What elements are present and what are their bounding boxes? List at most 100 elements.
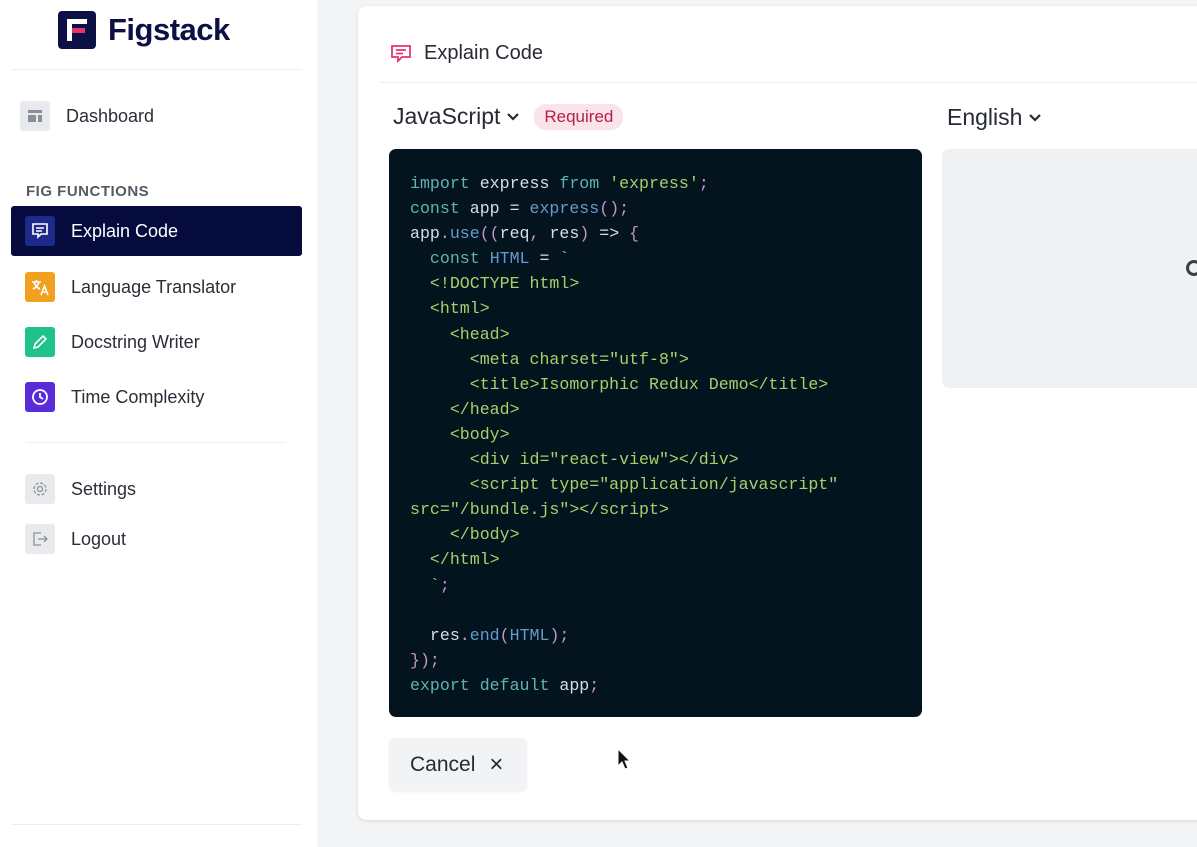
- code-token: end: [469, 625, 500, 645]
- code-token: <div id="react-view"></div>: [410, 450, 739, 470]
- explain-code-card: Explain Code JavaScript Required English…: [358, 6, 1197, 820]
- logo[interactable]: Figstack: [58, 11, 230, 49]
- code-line: <head>: [410, 322, 922, 347]
- code-line: app.use((req, res) => {: [410, 221, 922, 246]
- code-token: ;: [439, 575, 450, 595]
- source-language-value: JavaScript: [393, 103, 501, 129]
- card-header: Explain Code: [390, 42, 543, 65]
- sidebar-item-logout[interactable]: Logout: [11, 514, 302, 564]
- code-line: <div id="react-view"></div>: [410, 447, 922, 472]
- sidebar-item-label: Explain Code: [71, 220, 179, 241]
- code-token: </html>: [410, 550, 500, 570]
- sidebar-item-language-translator[interactable]: Language Translator: [11, 262, 302, 312]
- cancel-label: Cancel: [410, 752, 476, 776]
- code-token: express: [469, 174, 560, 193]
- code-token: <body>: [410, 424, 510, 444]
- code-token: =: [529, 249, 560, 269]
- code-token: </head>: [410, 399, 520, 419]
- figstack-logo-icon: [58, 11, 96, 49]
- code-line: <html>: [410, 296, 922, 321]
- code-token: import: [410, 174, 470, 193]
- code-line: });: [410, 648, 922, 673]
- code-token: HTML: [489, 249, 530, 269]
- code-token: app: [549, 675, 590, 695]
- code-token: src="/bundle.js"></script>: [410, 500, 669, 520]
- divider: [11, 824, 302, 825]
- code-token: ();: [599, 199, 630, 219]
- code-token: ((: [479, 224, 500, 244]
- sidebar-item-label: Settings: [71, 478, 137, 499]
- code-token: <head>: [410, 324, 510, 344]
- sidebar-item-label: Language Translator: [71, 276, 237, 297]
- divider: [380, 82, 1197, 83]
- loading-spinner-icon: [1186, 260, 1197, 276]
- code-token: =>: [589, 224, 630, 244]
- code-token: ;: [698, 174, 709, 193]
- sidebar-item-time-complexity[interactable]: Time Complexity: [11, 372, 302, 422]
- code-token: <!DOCTYPE html>: [410, 274, 580, 294]
- code-line: export default app;: [410, 673, 922, 698]
- chat-icon: [25, 216, 55, 246]
- mouse-cursor-icon: [617, 748, 631, 770]
- code-token: `: [410, 575, 440, 595]
- chevron-down-icon: [507, 112, 520, 121]
- code-line: </body>: [410, 522, 922, 547]
- sidebar-item-dashboard[interactable]: Dashboard: [6, 91, 297, 141]
- code-token: res: [410, 625, 460, 645]
- output-language-select[interactable]: English: [947, 104, 1042, 131]
- code-token: default: [479, 675, 550, 695]
- code-token: express: [529, 199, 600, 219]
- sidebar-item-settings[interactable]: Settings: [11, 464, 302, 514]
- code-token: </body>: [410, 525, 520, 545]
- code-token: <meta charset="utf-8">: [410, 349, 689, 369]
- code-token: {: [629, 224, 640, 244]
- section-title: FIG FUNCTIONS: [26, 183, 150, 200]
- cancel-button[interactable]: Cancel ×: [389, 738, 527, 791]
- divider: [11, 69, 302, 70]
- code-line: const HTML = `: [410, 246, 922, 271]
- translate-icon: [25, 272, 55, 302]
- logout-icon: [25, 524, 55, 554]
- code-line: src="/bundle.js"></script>: [410, 497, 922, 522]
- code-token: req: [499, 224, 530, 244]
- code-line: <script type="application/javascript": [410, 472, 922, 497]
- code-line: <meta charset="utf-8">: [410, 347, 922, 372]
- code-line: <!DOCTYPE html>: [410, 271, 922, 296]
- sidebar: Figstack Dashboard FIG FUNCTIONS Explain…: [0, 0, 317, 847]
- code-token: <script type="application/javascript": [410, 475, 839, 495]
- code-token: });: [410, 650, 440, 670]
- code-token: 'express': [609, 174, 699, 193]
- code-line: </head>: [410, 397, 922, 422]
- code-line: const app = express();: [410, 196, 922, 221]
- code-token: ,: [529, 224, 540, 244]
- code-token: const: [410, 199, 460, 219]
- code-token: `: [559, 249, 570, 269]
- source-language-select[interactable]: JavaScript Required: [393, 103, 624, 130]
- code-token: .: [459, 625, 470, 645]
- output-language-value: English: [947, 104, 1023, 130]
- code-editor[interactable]: import express from 'express'; const app …: [389, 149, 922, 717]
- chat-icon: [391, 44, 411, 63]
- sidebar-item-label: Docstring Writer: [71, 331, 200, 352]
- code-token: from: [559, 174, 600, 193]
- code-token: (: [499, 625, 510, 645]
- code-token: .: [439, 224, 450, 244]
- sidebar-item-docstring-writer[interactable]: Docstring Writer: [11, 317, 302, 367]
- sidebar-item-explain-code[interactable]: Explain Code: [11, 206, 302, 256]
- code-line: res.end(HTML);: [410, 623, 922, 648]
- code-token: );: [549, 625, 570, 645]
- code-token: use: [449, 224, 480, 244]
- code-token: res: [539, 224, 580, 244]
- code-token: app =: [459, 199, 530, 219]
- code-line: <body>: [410, 422, 922, 447]
- code-line: </html>: [410, 547, 922, 572]
- explanation-output: [942, 149, 1197, 388]
- code-token: app: [410, 224, 440, 244]
- app-name: Figstack: [108, 12, 230, 47]
- sidebar-item-label: Logout: [71, 528, 127, 549]
